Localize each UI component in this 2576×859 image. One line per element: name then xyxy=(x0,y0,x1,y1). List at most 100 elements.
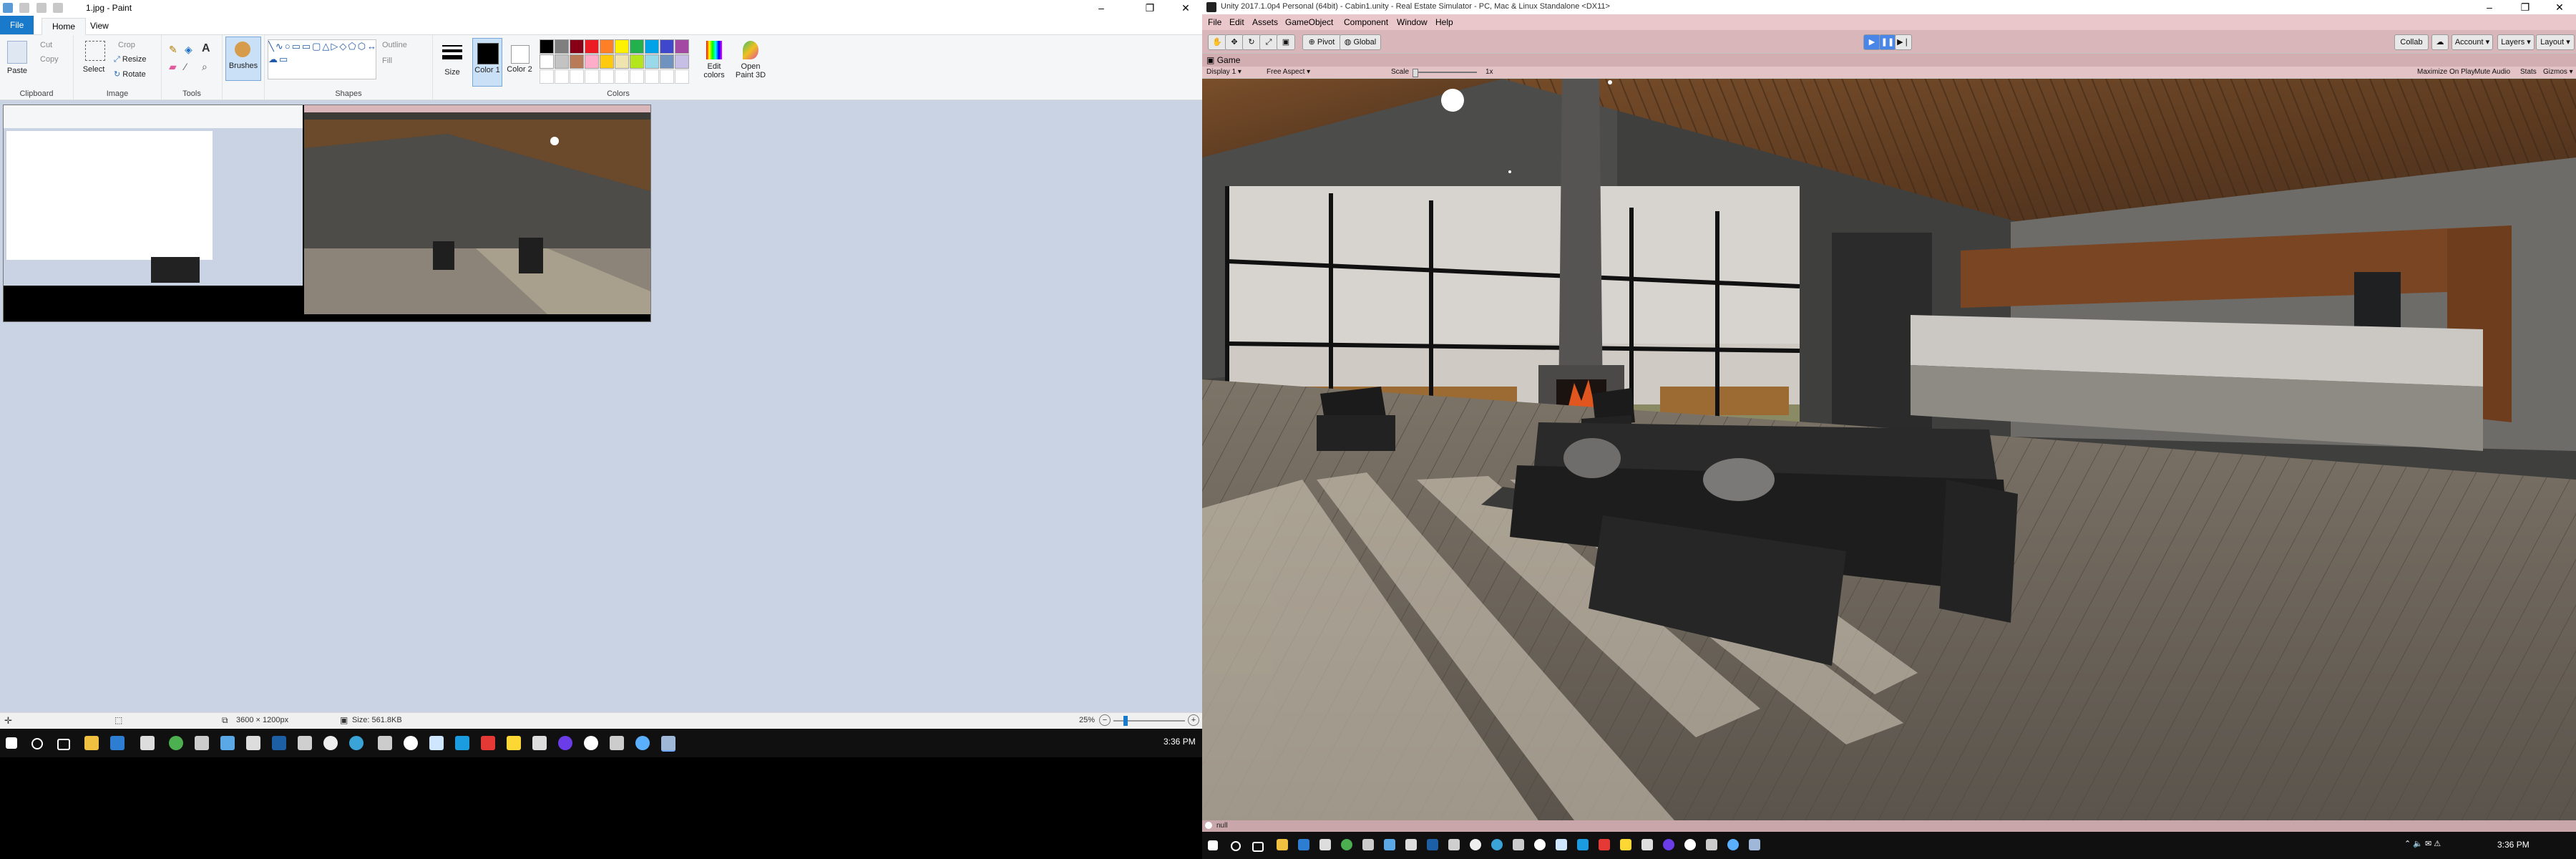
custom-color-swatch[interactable] xyxy=(555,69,569,84)
edge-icon-right[interactable] xyxy=(1298,839,1309,850)
palette-swatch[interactable] xyxy=(630,39,644,54)
app-icon-right-2[interactable] xyxy=(1405,839,1417,850)
mail-icon-right[interactable] xyxy=(1513,839,1524,850)
global-toggle[interactable]: ◍ Global xyxy=(1340,34,1381,50)
cloud-button[interactable]: ☁ xyxy=(2431,34,2449,50)
steam-icon-right[interactable] xyxy=(1577,839,1589,850)
store-icon-right[interactable] xyxy=(1319,839,1331,850)
app-icon-right-11[interactable] xyxy=(1641,839,1653,850)
system-tray[interactable]: ⌃ 🔈 ✉ ⚠ xyxy=(2404,839,2454,850)
unity-close-button[interactable]: ✕ xyxy=(2543,0,2576,14)
image-canvas[interactable] xyxy=(3,105,651,322)
palette-swatch[interactable] xyxy=(555,39,569,54)
rect-tool-button[interactable]: ▣ xyxy=(1277,34,1295,50)
app-icon-right-10[interactable] xyxy=(1620,839,1631,850)
maximize-on-play-toggle[interactable]: Maximize On Play xyxy=(2417,68,2475,76)
text-icon[interactable]: A xyxy=(202,42,210,55)
app-icon-right-9[interactable] xyxy=(1599,839,1610,850)
custom-color-swatch[interactable] xyxy=(660,69,674,84)
app-icon-6[interactable] xyxy=(349,736,364,750)
pivot-toggle[interactable]: ⊕ Pivot xyxy=(1302,34,1341,50)
search-icon[interactable] xyxy=(31,738,43,749)
app-icon-7[interactable] xyxy=(404,736,418,750)
close-button[interactable]: ✕ xyxy=(1169,0,1202,16)
collab-button[interactable]: Collab xyxy=(2394,34,2429,50)
palette-swatch[interactable] xyxy=(570,39,584,54)
palette-swatch[interactable] xyxy=(570,54,584,69)
save-icon[interactable] xyxy=(19,3,30,13)
calculator-icon[interactable] xyxy=(195,736,209,750)
chrome-icon-right[interactable] xyxy=(1341,839,1352,850)
custom-color-swatch[interactable] xyxy=(570,69,584,84)
cut-button[interactable]: Cut xyxy=(40,41,52,49)
file-explorer-icon[interactable] xyxy=(84,736,99,750)
steam-icon[interactable] xyxy=(455,736,469,750)
layers-dropdown[interactable]: Layers ▾ xyxy=(2497,34,2534,50)
account-dropdown[interactable]: Account ▾ xyxy=(2451,34,2493,50)
color1-button[interactable]: Color 1 xyxy=(472,38,502,87)
move-tool-button[interactable]: ✥ xyxy=(1225,34,1244,50)
palette-swatch[interactable] xyxy=(675,39,689,54)
palette-swatch[interactable] xyxy=(540,39,554,54)
game-view-render[interactable] xyxy=(1202,79,2576,820)
crop-button[interactable]: Crop xyxy=(118,41,135,49)
layout-dropdown[interactable]: Layout ▾ xyxy=(2536,34,2575,50)
app-icon-1[interactable] xyxy=(220,736,235,750)
app-icon-right-13[interactable] xyxy=(1684,839,1696,850)
pause-button[interactable]: ❚❚ xyxy=(1879,34,1896,50)
palette-swatch[interactable] xyxy=(600,54,614,69)
unity-maximize-button[interactable]: ❐ xyxy=(2509,0,2542,14)
app-icon-right-6[interactable] xyxy=(1491,839,1503,850)
edge-icon[interactable] xyxy=(110,736,125,750)
app-icon-right-5[interactable] xyxy=(1470,839,1481,850)
app-icon-5[interactable] xyxy=(323,736,338,750)
step-button[interactable]: ▶❘ xyxy=(1895,34,1912,50)
app-icon-9[interactable] xyxy=(481,736,495,750)
palette-swatch[interactable] xyxy=(585,54,599,69)
play-button[interactable]: ▶ xyxy=(1863,34,1880,50)
custom-color-swatch[interactable] xyxy=(585,69,599,84)
size-button[interactable]: Size xyxy=(438,39,467,81)
maximize-button[interactable]: ❐ xyxy=(1133,0,1166,16)
minimize-button[interactable]: – xyxy=(1085,0,1118,16)
app-icon-13[interactable] xyxy=(584,736,598,750)
search-icon-right[interactable] xyxy=(1231,841,1241,851)
app-icon-8[interactable] xyxy=(429,736,444,750)
start-button-right[interactable] xyxy=(1208,840,1218,850)
tab-home[interactable]: Home xyxy=(42,18,87,35)
palette-swatch[interactable] xyxy=(630,54,644,69)
rotate-button[interactable]: ↻ Rotate xyxy=(114,69,158,79)
fill-bucket-icon[interactable]: ◈ xyxy=(185,44,192,56)
stats-toggle[interactable]: Stats xyxy=(2520,68,2537,76)
hand-tool-button[interactable]: ✋ xyxy=(1208,34,1226,50)
task-view-icon-right[interactable] xyxy=(1252,842,1264,852)
start-button[interactable] xyxy=(6,737,17,749)
palette-swatch[interactable] xyxy=(615,39,629,54)
menu-window[interactable]: Window xyxy=(1397,17,1428,27)
fill-button[interactable]: Fill xyxy=(382,57,392,65)
menu-file[interactable]: File xyxy=(1208,17,1221,27)
store-icon[interactable] xyxy=(140,736,155,750)
tab-view[interactable]: View xyxy=(80,18,119,34)
menu-help[interactable]: Help xyxy=(1435,17,1453,27)
palette-swatch[interactable] xyxy=(645,39,659,54)
custom-color-swatch[interactable] xyxy=(675,69,689,84)
app-icon-right-12[interactable] xyxy=(1663,839,1674,850)
zoom-slider-thumb[interactable] xyxy=(1123,716,1128,726)
app-icon-4[interactable] xyxy=(298,736,312,750)
shapes-gallery[interactable]: ╲∿○▭▭▢△▷◇⬠⬡↔↕⇨⇦✦☆✧♡⌒☁▭ xyxy=(268,39,376,79)
zoom-out-button[interactable]: − xyxy=(1099,714,1111,726)
palette-swatch[interactable] xyxy=(600,39,614,54)
menu-assets[interactable]: Assets xyxy=(1252,17,1278,27)
copy-button[interactable]: Copy xyxy=(40,55,59,64)
palette-swatch[interactable] xyxy=(645,54,659,69)
game-tab[interactable]: ▣ Game xyxy=(1206,55,1240,65)
magnifier-icon[interactable]: ⌕ xyxy=(202,61,208,73)
unity-taskbar-icon[interactable] xyxy=(1749,839,1760,850)
aspect-dropdown[interactable]: Free Aspect ▾ xyxy=(1267,68,1310,76)
color-picker-icon[interactable]: ⁄ xyxy=(185,61,186,72)
custom-color-swatch[interactable] xyxy=(540,69,554,84)
app-icon-11[interactable] xyxy=(532,736,547,750)
console-status[interactable]: null xyxy=(1216,822,1228,830)
app-icon-14[interactable] xyxy=(610,736,624,750)
